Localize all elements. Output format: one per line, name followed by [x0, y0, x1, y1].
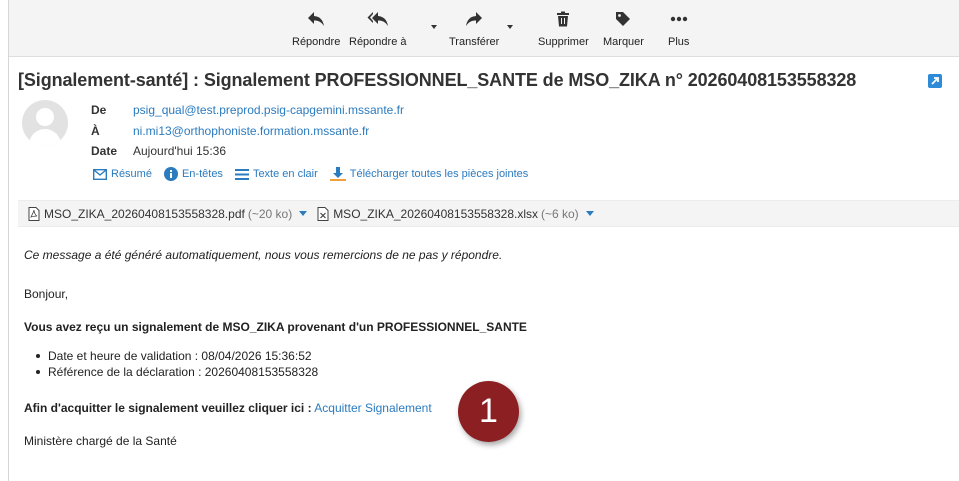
tag-icon [615, 8, 631, 30]
info-icon [163, 167, 178, 181]
step-badge: 1 [458, 381, 519, 442]
pdf-file-icon [28, 206, 40, 221]
excel-file-icon [317, 206, 329, 221]
reply-all-dropdown-icon[interactable] [431, 25, 437, 29]
ack-line: Afin d'acquitter le signalement veuillez… [24, 401, 432, 415]
from-label: De [91, 103, 107, 117]
auto-notice: Ce message a été généré automatiquement,… [24, 248, 503, 262]
date-label: Date [91, 144, 118, 158]
envelope-icon [93, 168, 107, 180]
reply-icon [307, 8, 325, 30]
left-border [8, 0, 9, 481]
more-button[interactable]: Plus [668, 8, 689, 48]
reply-all-button[interactable]: Répondre à [349, 8, 407, 48]
list-item: Date et heure de validation : 08/04/2026… [36, 348, 318, 364]
mark-button[interactable]: Marquer [603, 8, 644, 48]
download-all-link[interactable]: Télécharger toutes les pièces jointes [329, 167, 528, 181]
from-address[interactable]: psig_qual@test.preprod.psig-capgemini.ms… [133, 103, 404, 117]
sender-avatar [22, 100, 68, 146]
more-dots-icon [670, 8, 688, 30]
header-links: Résumé En-têtes Texte en clair Télécharg… [93, 167, 540, 181]
attachment-pdf[interactable]: MSO_ZIKA_20260408153558328.pdf (~20 ko) [28, 206, 308, 221]
acknowledge-link[interactable]: Acquitter Signalement [314, 401, 431, 415]
download-icon [329, 167, 346, 181]
forward-button[interactable]: Transférer [449, 8, 499, 48]
attachment-xlsx[interactable]: MSO_ZIKA_20260408153558328.xlsx (~6 ko) [317, 206, 594, 221]
date-value: Aujourd'hui 15:36 [133, 144, 227, 158]
reply-all-icon [367, 8, 389, 30]
message-subject: [Signalement-santé] : Signalement PROFES… [18, 70, 857, 90]
forward-icon [465, 8, 483, 30]
to-label: À [91, 124, 100, 138]
to-address[interactable]: ni.mi13@orthophoniste.formation.mssante.… [133, 124, 369, 138]
lines-icon [234, 168, 249, 180]
attachment-xlsx-dropdown-icon[interactable] [585, 211, 594, 216]
plain-text-link[interactable]: Texte en clair [234, 168, 318, 180]
summary-link[interactable]: Résumé [93, 168, 152, 180]
trash-icon [556, 8, 570, 30]
attachment-pdf-dropdown-icon[interactable] [299, 211, 308, 216]
greeting: Bonjour, [24, 287, 69, 301]
intro-text: Vous avez reçu un signalement de MSO_ZIK… [24, 320, 527, 334]
details-list: Date et heure de validation : 08/04/2026… [36, 348, 318, 380]
message-toolbar: Répondre Répondre à Transférer Supprimer… [9, 0, 959, 57]
forward-dropdown-icon[interactable] [507, 25, 513, 29]
delete-button[interactable]: Supprimer [538, 8, 589, 48]
reply-button[interactable]: Répondre [292, 8, 340, 48]
open-in-new-window-icon[interactable] [928, 74, 942, 88]
signature: Ministère chargé de la Santé [24, 434, 177, 448]
headers-link[interactable]: En-têtes [163, 167, 223, 181]
attachments-bar: MSO_ZIKA_20260408153558328.pdf (~20 ko) … [18, 200, 959, 227]
list-item: Référence de la déclaration : 2026040815… [36, 364, 318, 380]
